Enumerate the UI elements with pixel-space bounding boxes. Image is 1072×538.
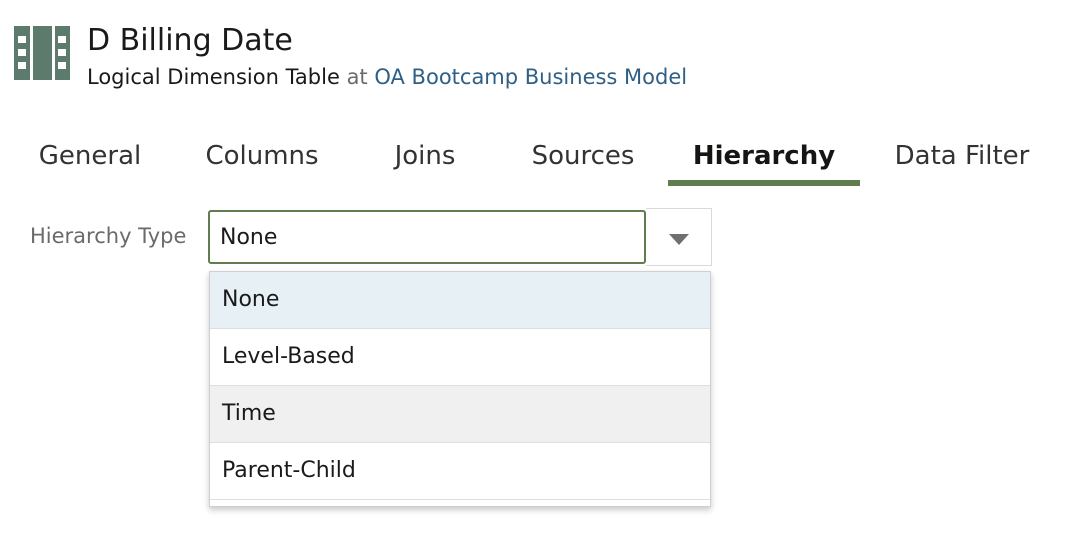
hierarchy-type-listbox: None Level-Based Time Parent-Child bbox=[209, 271, 711, 507]
hierarchy-type-label: Hierarchy Type bbox=[30, 224, 187, 248]
option-none[interactable]: None bbox=[210, 272, 710, 329]
object-subtitle: Logical Dimension Table at OA Bootcamp B… bbox=[87, 62, 687, 92]
at-separator: at bbox=[346, 65, 368, 89]
tab-sources[interactable]: Sources bbox=[512, 130, 654, 182]
object-type-label: Logical Dimension Table bbox=[87, 65, 340, 89]
hierarchy-type-combobox bbox=[208, 208, 712, 266]
option-level-based[interactable]: Level-Based bbox=[210, 329, 710, 386]
caret-down-icon bbox=[669, 234, 689, 245]
tab-general[interactable]: General bbox=[18, 130, 162, 182]
tab-data-filter[interactable]: Data Filter bbox=[880, 130, 1044, 182]
logical-table-icon bbox=[14, 26, 70, 80]
business-model-link[interactable]: OA Bootcamp Business Model bbox=[374, 65, 687, 89]
dropdown-toggle-button[interactable] bbox=[646, 208, 712, 266]
tab-columns[interactable]: Columns bbox=[184, 130, 340, 182]
tab-joins[interactable]: Joins bbox=[374, 130, 476, 182]
tab-hierarchy[interactable]: Hierarchy bbox=[668, 130, 860, 186]
option-parent-child[interactable]: Parent-Child bbox=[210, 443, 710, 500]
hierarchy-type-input[interactable] bbox=[208, 210, 646, 264]
tab-bar: General Columns Joins Sources Hierarchy … bbox=[0, 130, 1072, 188]
object-header: D Billing Date Logical Dimension Table a… bbox=[0, 0, 1072, 100]
option-time[interactable]: Time bbox=[210, 386, 710, 443]
page-title: D Billing Date bbox=[87, 23, 293, 58]
